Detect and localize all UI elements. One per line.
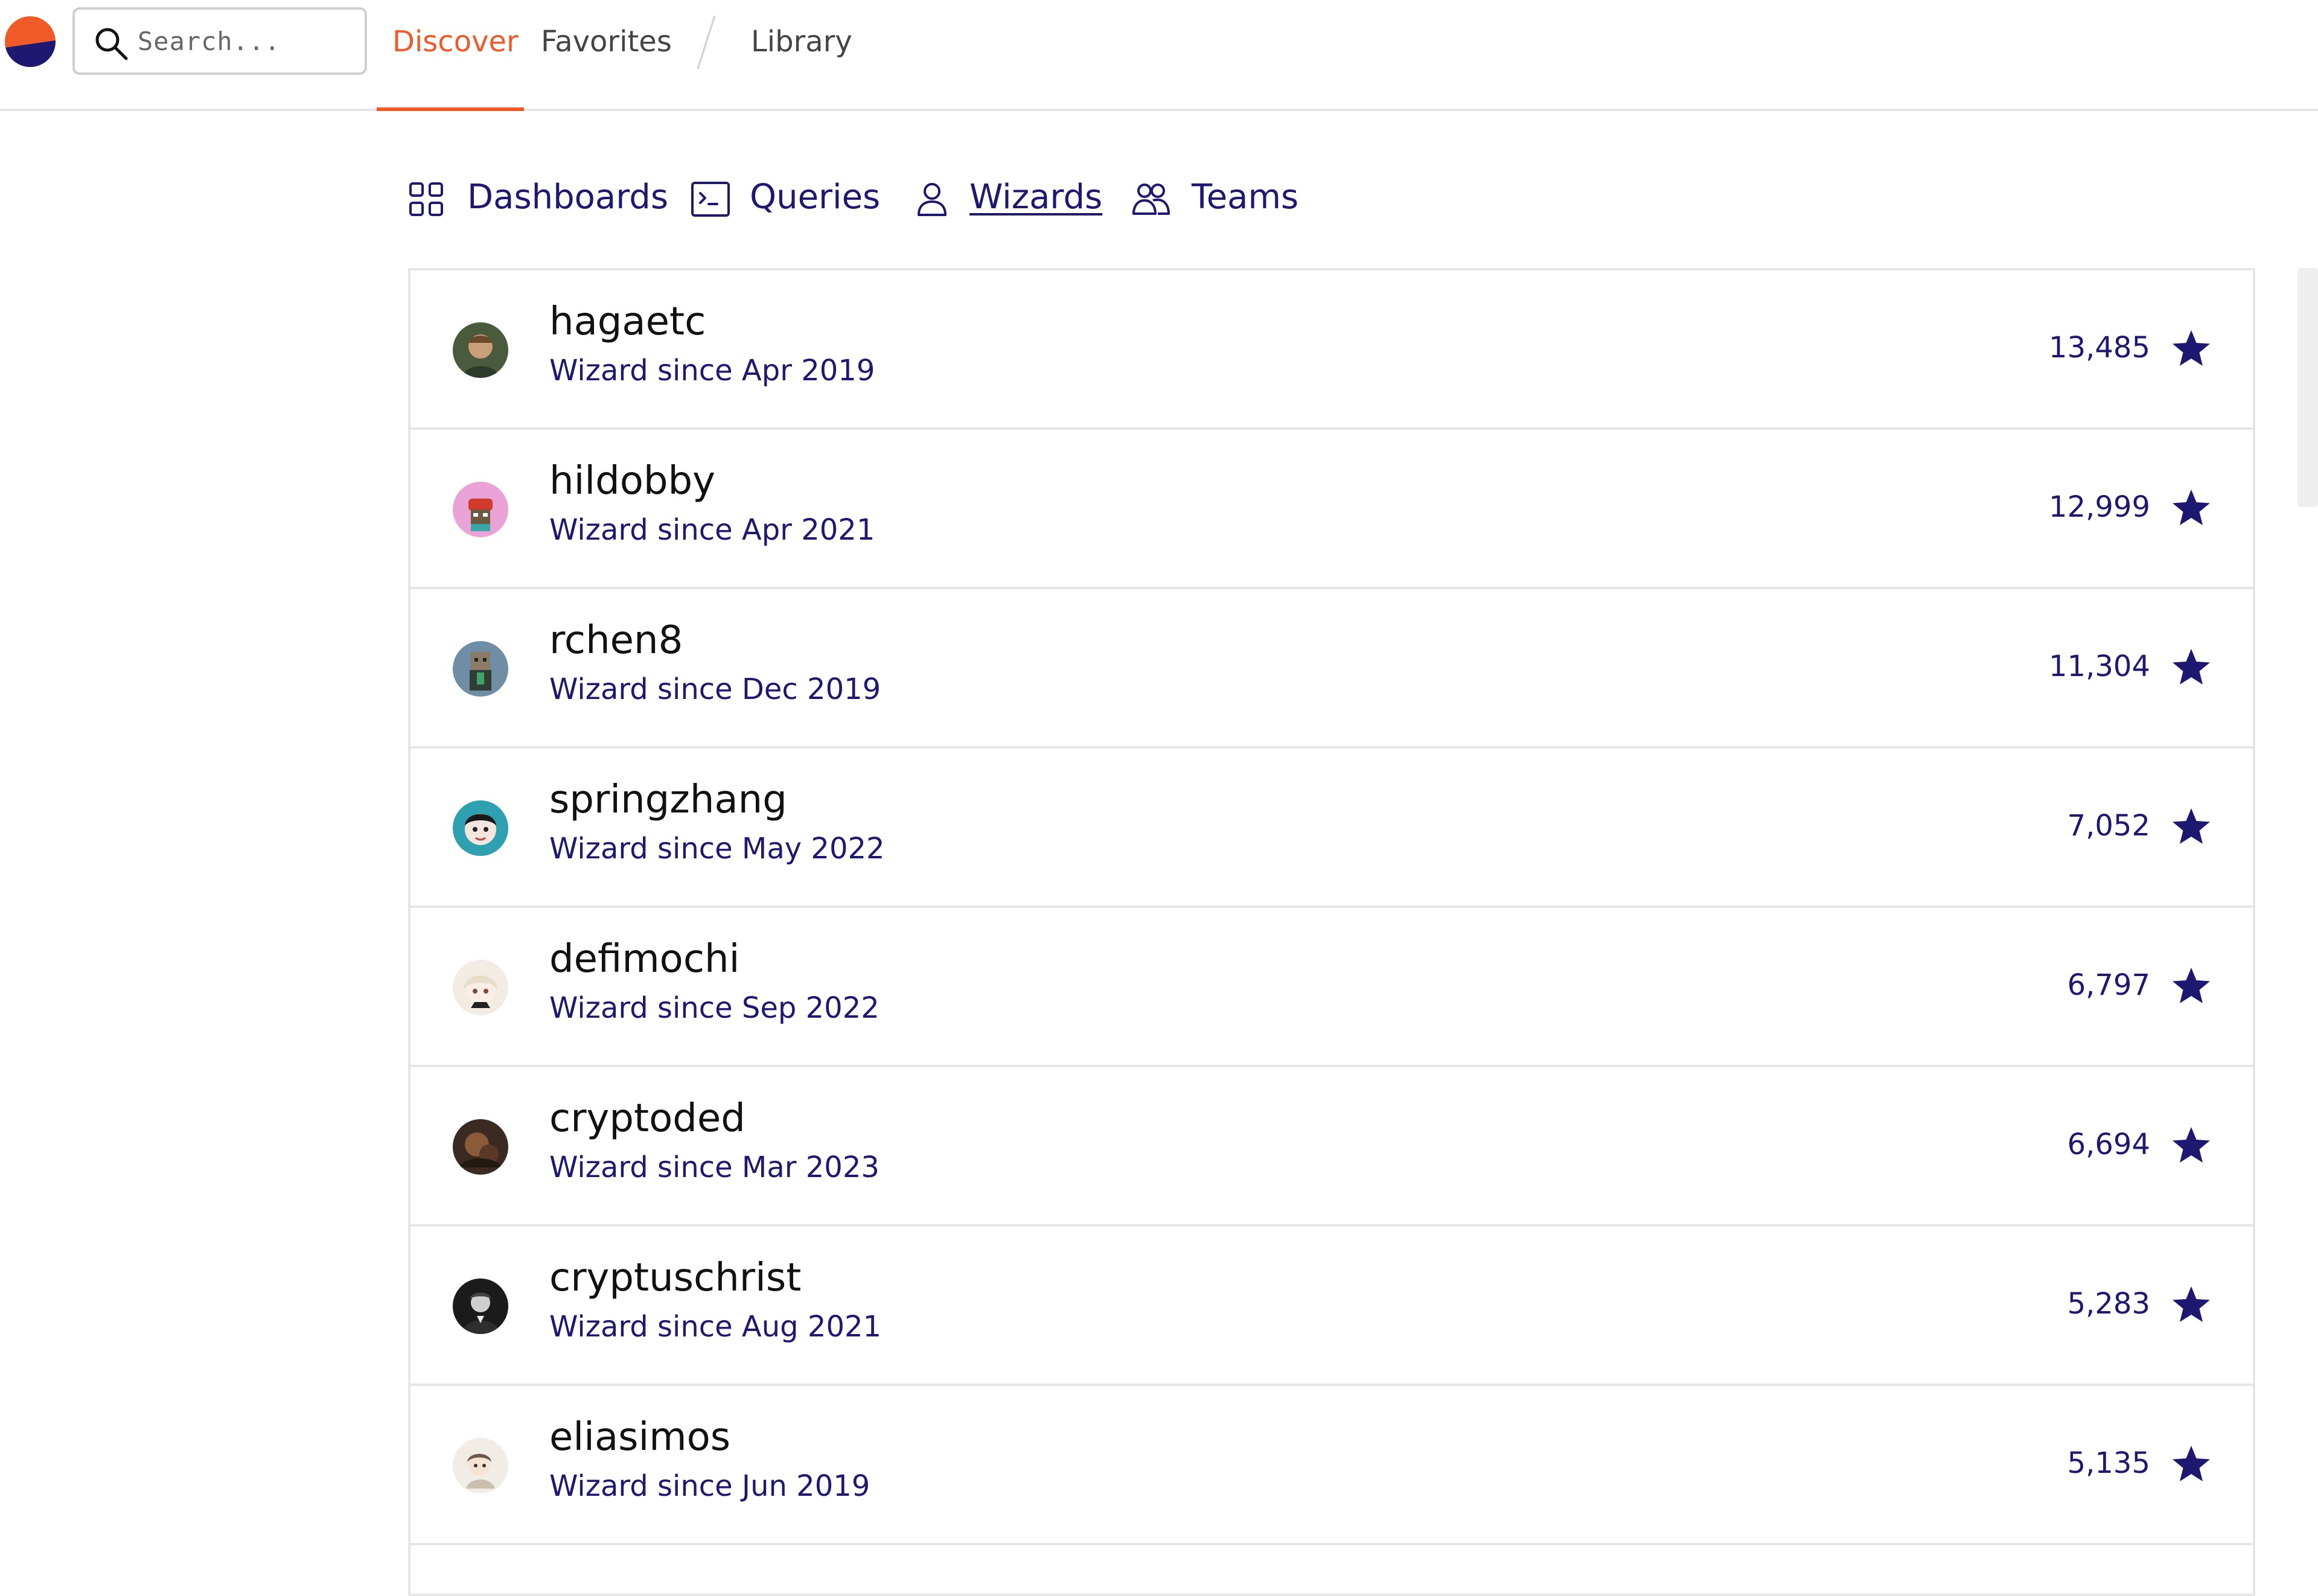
top-navigation-bar: Discover Favorites Library (0, 0, 2318, 111)
avatar[interactable] (453, 322, 508, 378)
search-input[interactable] (138, 22, 355, 60)
wizard-row[interactable]: rchen8 Wizard since Dec 2019 11,304 (410, 589, 2253, 749)
wizard-row[interactable]: cryptuschrist Wizard since Aug 2021 5,28… (410, 1227, 2253, 1386)
avatar[interactable] (453, 1438, 508, 1493)
wizard-row[interactable]: eliasimos Wizard since Jun 2019 5,135 (410, 1386, 2253, 1545)
star-icon[interactable] (2171, 1285, 2212, 1326)
wizard-username[interactable]: rchen8 (549, 618, 683, 663)
star-count: 5,283 (2067, 1287, 2150, 1321)
star-count: 11,304 (2049, 650, 2150, 683)
wizard-row[interactable]: springzhang Wizard since May 2022 7,052 (410, 749, 2253, 908)
star-icon[interactable] (2171, 1444, 2212, 1485)
nav-discover[interactable]: Discover (392, 23, 519, 60)
tab-teams-label: Teams (1192, 177, 1299, 217)
search-icon (95, 28, 128, 60)
star-count: 6,694 (2067, 1128, 2150, 1161)
wizard-since: Wizard since Sep 2022 (549, 991, 880, 1025)
wizard-username[interactable]: hagaetc (549, 299, 706, 344)
tab-wizards-label: Wizards (969, 177, 1103, 217)
wizard-username[interactable]: cryptoded (549, 1096, 746, 1141)
avatar[interactable] (453, 1119, 508, 1175)
tab-queries-label: Queries (750, 177, 881, 217)
wizard-row[interactable]: hildobby Wizard since Apr 2021 12,999 (410, 430, 2253, 589)
scrollbar-thumb[interactable] (2297, 268, 2318, 507)
star-count: 7,052 (2067, 809, 2150, 843)
wizard-since: Wizard since May 2022 (549, 832, 885, 866)
wizard-username[interactable]: eliasimos (549, 1415, 730, 1460)
avatar[interactable] (453, 482, 508, 537)
avatar[interactable] (453, 800, 508, 856)
tab-queries[interactable]: Queries (691, 175, 880, 223)
avatar[interactable] (453, 641, 508, 697)
wizard-username[interactable]: defimochi (549, 937, 739, 982)
users-icon (1132, 184, 1170, 215)
wizard-username[interactable]: hildobby (549, 459, 715, 503)
wizard-username[interactable]: springzhang (549, 777, 787, 822)
avatar[interactable] (453, 1278, 508, 1334)
dashboard-grid-icon (409, 182, 443, 216)
star-icon[interactable] (2171, 1125, 2212, 1166)
nav-library[interactable]: Library (751, 23, 852, 60)
wizard-row[interactable]: hagaetc Wizard since Apr 2019 13,485 (410, 270, 2253, 430)
star-count: 13,485 (2049, 331, 2150, 365)
wizard-list: hagaetc Wizard since Apr 2019 13,485 hil… (408, 268, 2255, 1596)
wizard-since: Wizard since Apr 2019 (549, 354, 875, 388)
terminal-icon (691, 182, 730, 217)
avatar[interactable] (453, 960, 508, 1015)
star-count: 5,135 (2067, 1446, 2150, 1480)
tab-teams[interactable]: Teams (1131, 175, 1300, 223)
wizard-since: Wizard since Jun 2019 (549, 1469, 870, 1503)
nav-divider (697, 15, 716, 69)
search-box[interactable] (72, 7, 367, 75)
star-icon[interactable] (2171, 647, 2212, 688)
star-icon[interactable] (2171, 806, 2212, 847)
nav-favorites[interactable]: Favorites (541, 23, 672, 60)
wizard-since: Wizard since Aug 2021 (549, 1310, 882, 1344)
star-icon[interactable] (2171, 328, 2212, 369)
tab-dashboards-label: Dashboards (467, 177, 668, 217)
star-icon[interactable] (2171, 966, 2212, 1007)
active-tab-indicator (377, 107, 524, 111)
tab-wizards[interactable]: Wizards (914, 175, 1102, 223)
wizard-since: Wizard since Mar 2023 (549, 1151, 880, 1184)
wizard-row[interactable]: cryptoded Wizard since Mar 2023 6,694 (410, 1067, 2253, 1227)
wizard-since: Wizard since Apr 2021 (549, 513, 875, 547)
wizard-row[interactable]: defimochi Wizard since Sep 2022 6,797 (410, 908, 2253, 1067)
star-count: 6,797 (2067, 968, 2150, 1002)
logo[interactable] (5, 16, 56, 67)
star-count: 12,999 (2049, 490, 2150, 524)
user-icon (918, 183, 947, 216)
wizard-since: Wizard since Dec 2019 (549, 672, 881, 706)
star-icon[interactable] (2171, 488, 2212, 529)
wizard-username[interactable]: cryptuschrist (549, 1256, 801, 1300)
tab-dashboards[interactable]: Dashboards (408, 175, 668, 223)
